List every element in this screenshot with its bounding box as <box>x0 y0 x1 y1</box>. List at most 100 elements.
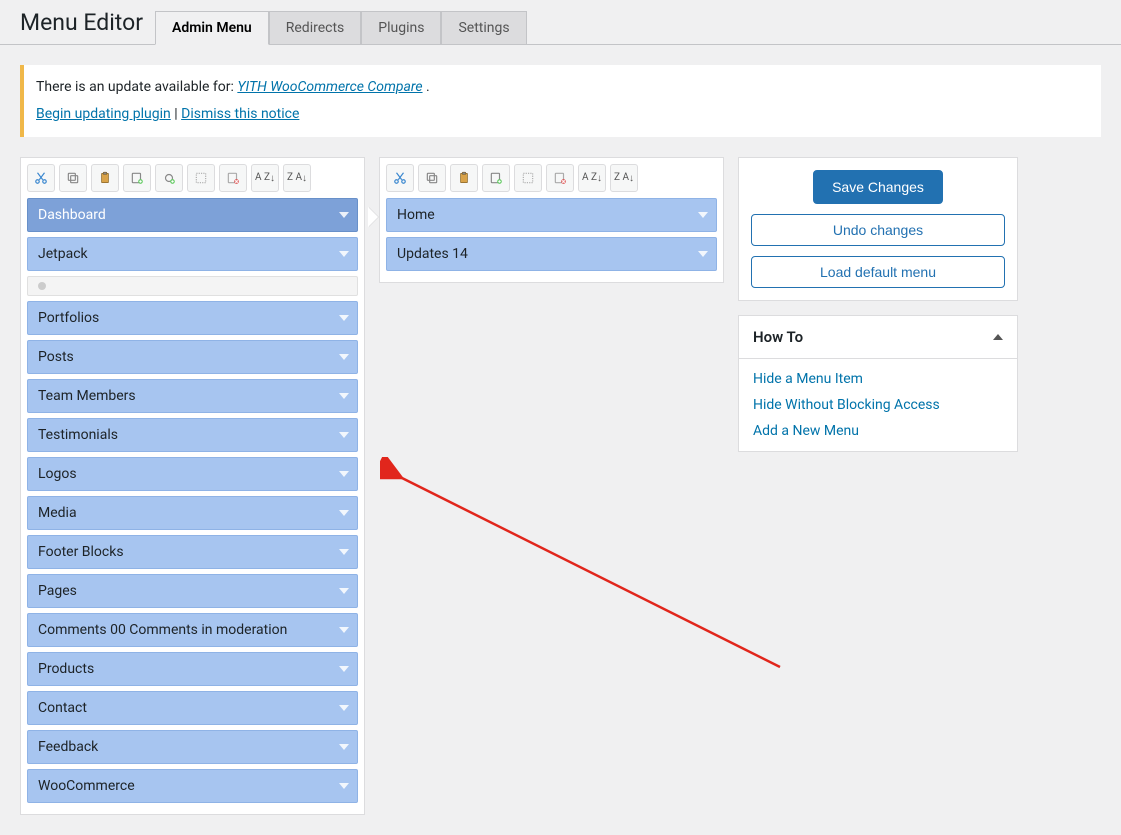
menu-item-label: Pages <box>38 583 77 599</box>
menu-item[interactable]: Posts <box>27 340 358 374</box>
expand-icon <box>339 783 349 789</box>
tab-redirects[interactable]: Redirects <box>269 11 362 44</box>
expand-icon <box>339 744 349 750</box>
page-title: Menu Editor <box>20 9 143 44</box>
sort-az-button[interactable]: A Z↓ <box>251 164 279 192</box>
menu-item[interactable]: Jetpack <box>27 237 358 271</box>
expand-icon <box>339 627 349 633</box>
menu-item-label: Posts <box>38 349 74 365</box>
side-panel: Save Changes Undo changes Load default m… <box>738 157 1018 452</box>
menu-separator[interactable] <box>27 276 358 296</box>
left-menu-list: Dashboard Jetpack Portfolios Posts Team Memb… <box>27 198 358 803</box>
submenu-item[interactable]: Home <box>386 198 717 232</box>
right-toolbar: A Z↓ Z A↓ <box>386 164 717 192</box>
separator-grip-icon <box>38 282 46 290</box>
expand-icon <box>698 251 708 257</box>
begin-update-link[interactable]: Begin updating plugin <box>36 106 171 122</box>
left-toolbar: A Z↓ Z A↓ <box>27 164 358 192</box>
menu-item[interactable]: Footer Blocks <box>27 535 358 569</box>
tab-admin-menu[interactable]: Admin Menu <box>155 11 269 45</box>
expand-icon <box>339 510 349 516</box>
new-item-button[interactable] <box>123 164 151 192</box>
howto-title: How To <box>753 328 803 346</box>
howto-header[interactable]: How To <box>739 316 1017 359</box>
tab-settings[interactable]: Settings <box>441 11 526 44</box>
right-column: A Z↓ Z A↓ Home Updates 14 <box>379 157 724 283</box>
menu-item-label: Products <box>38 661 94 677</box>
cut-button[interactable] <box>386 164 414 192</box>
tabs: Admin Menu Redirects Plugins Settings <box>155 11 527 44</box>
notice-text: There is an update available for: <box>36 79 237 95</box>
update-notice: There is an update available for: YITH W… <box>20 65 1101 137</box>
menu-item[interactable]: Feedback <box>27 730 358 764</box>
menu-item[interactable]: Contact <box>27 691 358 725</box>
menu-item[interactable]: Logos <box>27 457 358 491</box>
notice-period: . <box>426 79 430 95</box>
menu-item[interactable]: WooCommerce <box>27 769 358 803</box>
expand-icon <box>339 432 349 438</box>
expand-icon <box>339 315 349 321</box>
menu-item-label: Team Members <box>38 388 136 404</box>
right-menu-list: Home Updates 14 <box>386 198 717 271</box>
menu-item-label: Dashboard <box>38 207 106 223</box>
undo-button[interactable]: Undo changes <box>751 214 1005 246</box>
load-default-button[interactable]: Load default menu <box>751 256 1005 288</box>
collapse-icon <box>993 334 1003 340</box>
menu-item[interactable]: Pages <box>27 574 358 608</box>
new-separator-button[interactable] <box>155 164 183 192</box>
sort-za-button[interactable]: Z A↓ <box>283 164 311 192</box>
menu-item-label: Portfolios <box>38 310 99 326</box>
cut-button[interactable] <box>27 164 55 192</box>
left-column: A Z↓ Z A↓ Dashboard Jetpack Portfolios Post… <box>20 157 365 815</box>
paste-button[interactable] <box>91 164 119 192</box>
notice-plugin-link[interactable]: YITH WooCommerce Compare <box>237 79 422 95</box>
show-hide-button[interactable] <box>187 164 215 192</box>
expand-icon <box>698 212 708 218</box>
save-button[interactable]: Save Changes <box>813 170 943 204</box>
tab-plugins[interactable]: Plugins <box>361 11 441 44</box>
howto-add-menu[interactable]: Add a New Menu <box>753 423 1003 439</box>
menu-item[interactable]: Portfolios <box>27 301 358 335</box>
menu-item[interactable]: Dashboard <box>27 198 358 232</box>
sort-az-button[interactable]: A Z↓ <box>578 164 606 192</box>
menu-item-label: Contact <box>38 700 87 716</box>
expand-icon <box>339 393 349 399</box>
menu-item-label: Jetpack <box>38 246 88 262</box>
menu-item[interactable]: Team Members <box>27 379 358 413</box>
submenu-item-label: Home <box>397 207 435 223</box>
main-area: A Z↓ Z A↓ Dashboard Jetpack Portfolios Post… <box>0 157 1121 835</box>
expand-icon <box>339 666 349 672</box>
howto-hide-without-blocking[interactable]: Hide Without Blocking Access <box>753 397 1003 413</box>
menu-item-label: WooCommerce <box>38 778 135 794</box>
expand-icon <box>339 705 349 711</box>
header: Menu Editor Admin Menu Redirects Plugins… <box>0 0 1121 45</box>
copy-button[interactable] <box>418 164 446 192</box>
menu-item[interactable]: Media <box>27 496 358 530</box>
copy-button[interactable] <box>59 164 87 192</box>
menu-item[interactable]: Products <box>27 652 358 686</box>
new-item-button[interactable] <box>482 164 510 192</box>
expand-icon <box>339 549 349 555</box>
delete-button[interactable] <box>219 164 247 192</box>
submenu-item-label: Updates 14 <box>397 246 468 262</box>
howto-body: Hide a Menu Item Hide Without Blocking A… <box>739 359 1017 451</box>
menu-item-label: Comments 00 Comments in moderation <box>38 622 287 638</box>
submenu-item[interactable]: Updates 14 <box>386 237 717 271</box>
dismiss-notice-link[interactable]: Dismiss this notice <box>181 106 299 122</box>
menu-item[interactable]: Testimonials <box>27 418 358 452</box>
menu-item-label: Media <box>38 505 77 521</box>
sort-za-button[interactable]: Z A↓ <box>610 164 638 192</box>
menu-item-label: Testimonials <box>38 427 118 443</box>
menu-item-label: Footer Blocks <box>38 544 124 560</box>
menu-item-label: Logos <box>38 466 77 482</box>
howto-hide-item[interactable]: Hide a Menu Item <box>753 371 1003 387</box>
annotation-arrow <box>380 457 800 677</box>
show-hide-button[interactable] <box>514 164 542 192</box>
howto-box: How To Hide a Menu Item Hide Without Blo… <box>738 315 1018 452</box>
paste-button[interactable] <box>450 164 478 192</box>
expand-icon <box>339 588 349 594</box>
menu-item[interactable]: Comments 00 Comments in moderation <box>27 613 358 647</box>
delete-button[interactable] <box>546 164 574 192</box>
expand-icon <box>339 354 349 360</box>
expand-icon <box>339 251 349 257</box>
